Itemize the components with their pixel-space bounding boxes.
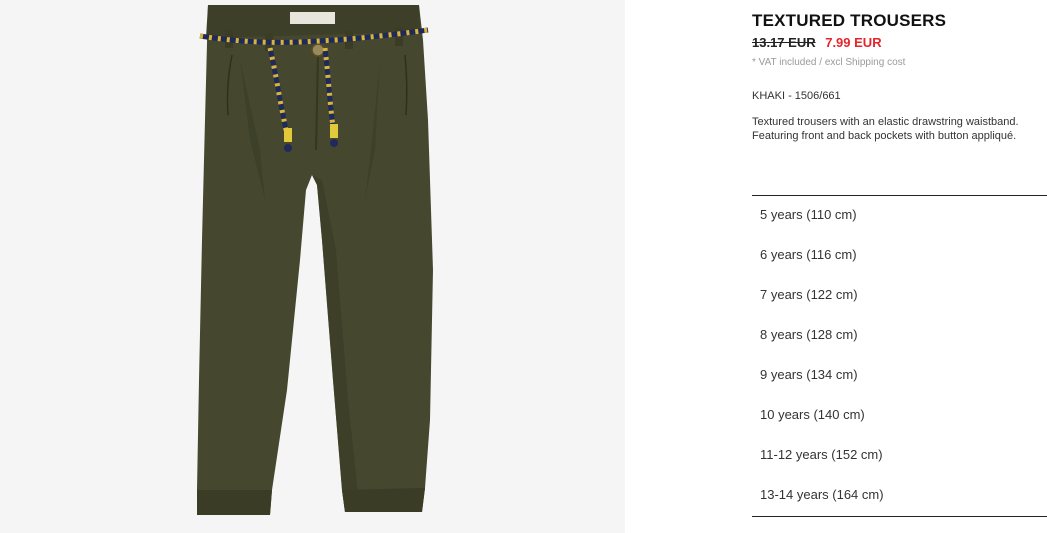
- size-list-divider-bottom: [752, 516, 1047, 517]
- product-info-panel: TEXTURED TROUSERS 13.17 EUR 7.99 EUR * V…: [752, 0, 1047, 533]
- size-option[interactable]: 10 years (140 cm): [752, 396, 1047, 436]
- vat-note: * VAT included / excl Shipping cost: [752, 57, 906, 68]
- size-option[interactable]: 13-14 years (164 cm): [752, 476, 1047, 516]
- size-option[interactable]: 5 years (110 cm): [752, 196, 1047, 236]
- size-selector: 5 years (110 cm) 6 years (116 cm) 7 year…: [752, 196, 1047, 516]
- product-title: TEXTURED TROUSERS: [752, 11, 947, 30]
- size-option[interactable]: 8 years (128 cm): [752, 316, 1047, 356]
- sale-price: 7.99 EUR: [825, 35, 882, 50]
- product-description: Textured trousers with an elastic drawst…: [752, 116, 1019, 142]
- color-reference: KHAKI - 1506/661: [752, 90, 841, 102]
- price-block: 13.17 EUR 7.99 EUR: [752, 35, 882, 50]
- khaki-trousers-image[interactable]: [0, 0, 625, 533]
- product-image-panel: [0, 0, 625, 533]
- size-option[interactable]: 9 years (134 cm): [752, 356, 1047, 396]
- old-price: 13.17 EUR: [752, 35, 816, 50]
- size-option[interactable]: 7 years (122 cm): [752, 276, 1047, 316]
- size-option[interactable]: 11-12 years (152 cm): [752, 436, 1047, 476]
- size-option[interactable]: 6 years (116 cm): [752, 236, 1047, 276]
